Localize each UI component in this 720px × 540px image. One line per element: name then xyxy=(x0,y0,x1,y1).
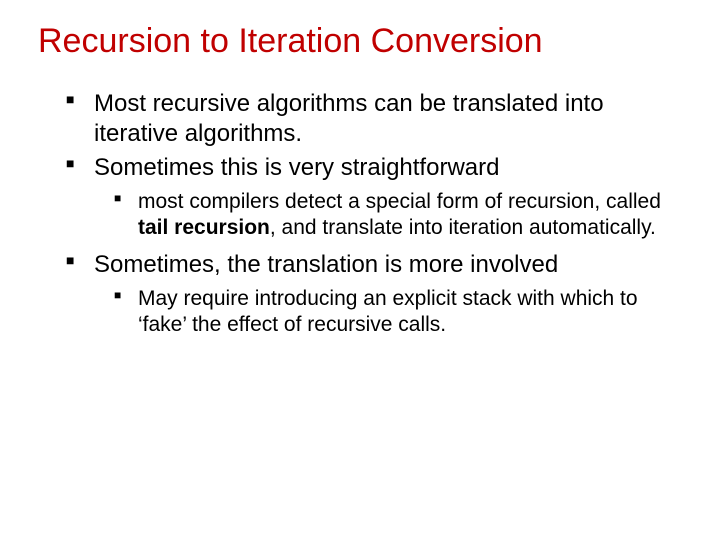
sub-bullet-item: most compilers detect a special form of … xyxy=(114,189,682,242)
bullet-item: Sometimes this is very straightforward m… xyxy=(66,153,682,242)
bullet-item: Sometimes, the translation is more invol… xyxy=(66,250,682,339)
bullet-item: Most recursive algorithms can be transla… xyxy=(66,89,682,149)
bullet-list: Most recursive algorithms can be transla… xyxy=(38,89,682,338)
bullet-text: Sometimes this is very straightforward xyxy=(94,154,499,181)
bullet-text: Sometimes, the translation is more invol… xyxy=(94,251,558,278)
sub-bullet-list: May require introducing an explicit stac… xyxy=(94,286,682,339)
sub-bullet-text: , and translate into iteration automatic… xyxy=(270,216,656,239)
sub-bullet-text: most compilers detect a special form of … xyxy=(138,190,661,213)
sub-bullet-item: May require introducing an explicit stac… xyxy=(114,286,682,339)
sub-bullet-list: most compilers detect a special form of … xyxy=(94,189,682,242)
slide-title: Recursion to Iteration Conversion xyxy=(38,22,682,61)
sub-bullet-bold: tail recursion xyxy=(138,216,270,239)
